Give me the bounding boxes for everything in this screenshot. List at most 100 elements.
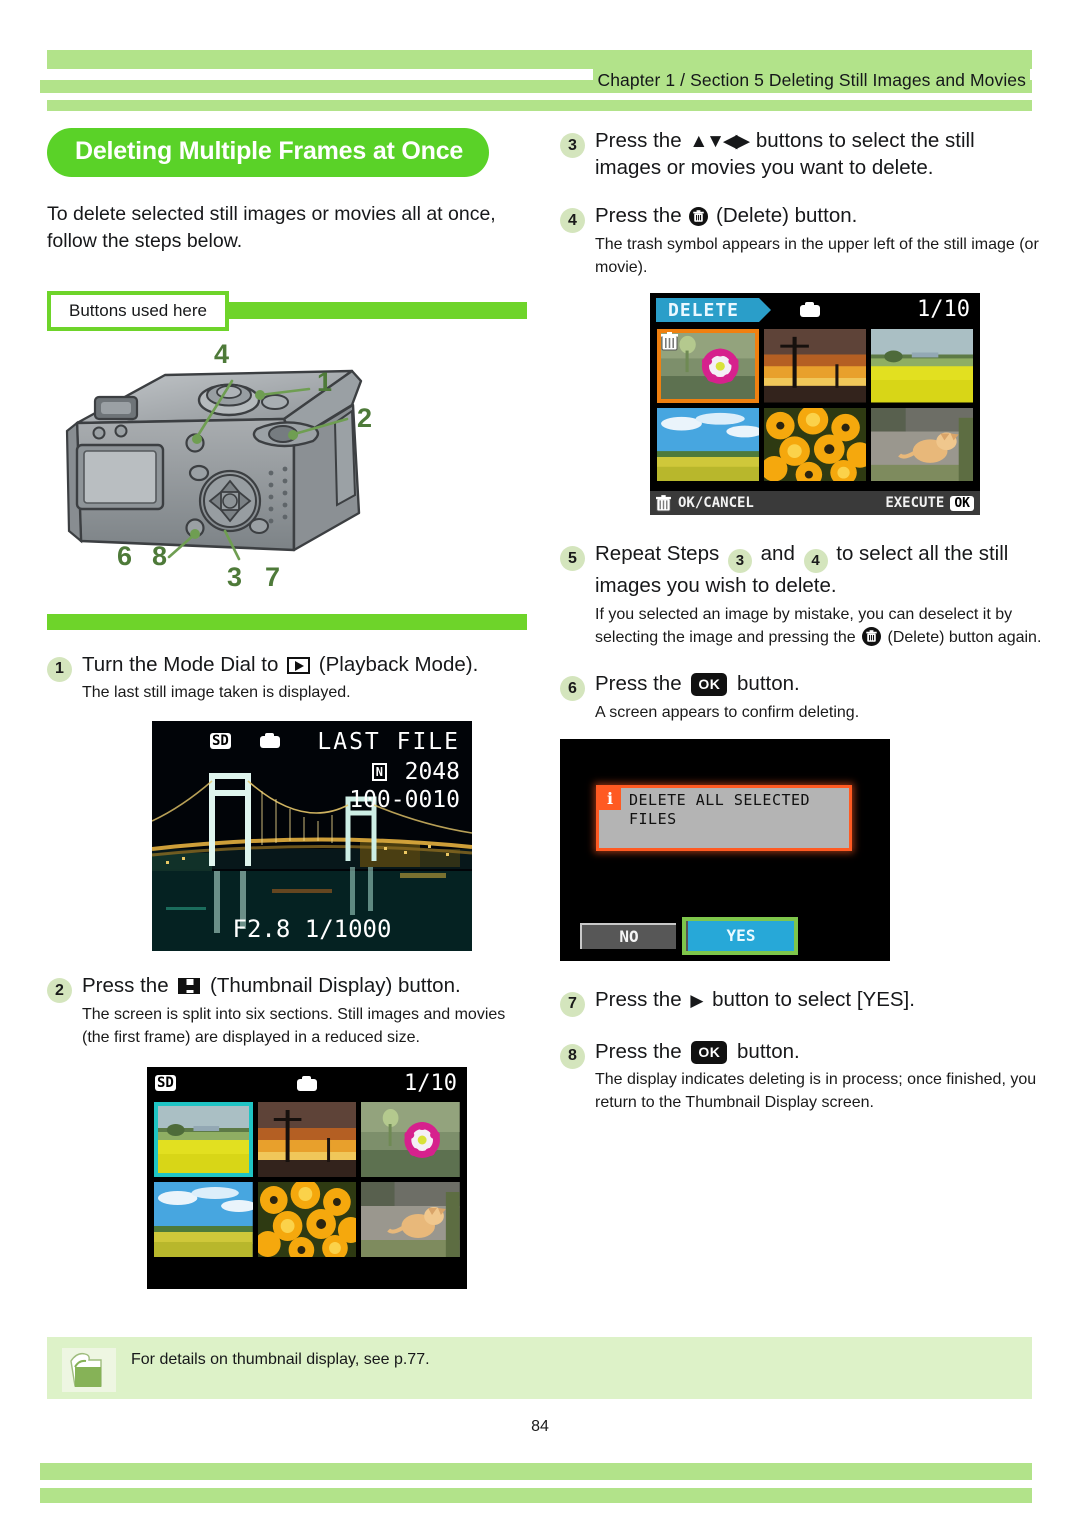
camera-callout-2: 2	[357, 402, 373, 433]
step-3-heading: Press the ▲▼◀▶ buttons to select the sti…	[595, 128, 1045, 181]
list-item[interactable]	[361, 1102, 460, 1178]
list-item[interactable]	[764, 407, 866, 482]
ok-button-icon: OK	[691, 1040, 728, 1064]
still-image-mode-icon	[800, 302, 820, 318]
list-item[interactable]	[154, 1102, 253, 1178]
step-1-body: Turn the Mode Dial to (Playback Mode). T…	[82, 652, 527, 705]
step-6-subtext: A screen appears to confirm deleting.	[595, 703, 860, 721]
camera-diagram: 4 1 2 6 8 3 7	[47, 340, 527, 600]
step-6-text-pre: Press the	[595, 672, 682, 696]
step-2-body: Press the (Thumbnail Display) button. Th…	[82, 973, 527, 1049]
header-band-thin	[47, 100, 1032, 111]
left-column: Deleting Multiple Frames at Once To dele…	[47, 128, 527, 1290]
thumbnail-display-icon	[178, 978, 201, 995]
step-7-badge: 7	[560, 991, 585, 1017]
screen-last-file: SD LAST FILE N 2048 100-0010 F2.8 1/1000	[152, 721, 472, 952]
step-4-text-post: (Delete) button.	[716, 204, 858, 228]
list-item[interactable]	[257, 1182, 357, 1258]
confirm-message: DELETE ALL SELECTED FILES	[621, 788, 810, 829]
camera-callout-7: 7	[265, 561, 281, 592]
footer-left-label: OK/CANCEL	[678, 495, 754, 512]
step-2-badge: 2	[47, 978, 72, 1004]
camera-callout-3: 3	[227, 561, 243, 592]
trash-icon	[656, 495, 671, 512]
screen-confirm-delete: i DELETE ALL SELECTED FILES NO YES	[560, 738, 890, 961]
resolution-value: 2048	[404, 759, 460, 786]
intro-paragraph: To delete selected still images or movie…	[47, 203, 496, 252]
sd-card-badge: SD	[210, 733, 231, 750]
still-image-mode-icon	[297, 1076, 317, 1092]
breadcrumb: Chapter 1 / Section 5 Deleting Still Ima…	[593, 68, 1030, 93]
thumbnail-grid[interactable]	[154, 1102, 460, 1258]
list-item[interactable]	[871, 407, 973, 482]
camera-callout-8: 8	[152, 540, 168, 571]
confirm-message-line1: DELETE ALL SELECTED	[629, 790, 811, 809]
step-8-badge: 8	[560, 1043, 585, 1069]
step-7-text-pre: Press the	[595, 987, 682, 1011]
frame-counter: 1/10	[917, 297, 970, 323]
yes-button-focus-frame: YES	[682, 916, 798, 955]
buttons-used-box: Buttons used here	[47, 290, 229, 331]
quality-badge: N	[371, 763, 387, 782]
delete-thumbnail-grid[interactable]	[657, 329, 973, 482]
tile-trash-marker-icon	[661, 332, 678, 351]
step-5-body: Repeat Steps 3 and 4 to select all the s…	[595, 541, 1045, 649]
four-way-arrows-icon: ▲▼◀▶	[689, 131, 750, 152]
yes-button[interactable]: YES	[686, 920, 794, 951]
ok-button-icon: OK	[691, 673, 728, 697]
buttons-used-label: Buttons used here	[69, 300, 207, 320]
list-item[interactable]	[871, 329, 973, 403]
step-5-text-b: and	[760, 542, 795, 566]
step-6-text-post: button.	[737, 672, 800, 696]
step-ref-4-badge: 4	[803, 549, 828, 574]
step-3-body: Press the ▲▼◀▶ buttons to select the sti…	[595, 128, 1045, 181]
step-5-subtext: If you selected an image by mistake, you…	[595, 604, 1045, 649]
step-8: 8 Press the OK button. The display indic…	[560, 1039, 1045, 1115]
list-item[interactable]	[764, 329, 866, 403]
step-3: 3 Press the ▲▼◀▶ buttons to select the s…	[560, 128, 1045, 181]
confirm-message-line2: FILES	[629, 809, 677, 828]
camera-callout-4: 4	[214, 338, 230, 369]
step-5-badge: 5	[560, 546, 585, 572]
step-8-subtext: The display indicates deleting is in pro…	[595, 1071, 1037, 1111]
step-5-text-a: Repeat Steps	[595, 542, 720, 566]
step-7-body: Press the ▶ button to select [YES].	[595, 987, 1045, 1014]
step-3-text-pre: Press the	[595, 129, 682, 152]
step-3-badge: 3	[560, 133, 585, 158]
trash-icon	[689, 207, 709, 227]
step-1-text-post: (Playback Mode).	[318, 652, 479, 676]
last-file-title: LAST FILE	[317, 729, 460, 756]
no-button[interactable]: NO	[580, 922, 676, 949]
step-6-heading: Press the OK button.	[595, 671, 1045, 698]
list-item[interactable]	[257, 1102, 357, 1178]
camera-callout-1: 1	[317, 366, 333, 397]
footer-right-label: EXECUTE	[885, 495, 945, 512]
step-8-text-post: button.	[737, 1039, 800, 1063]
note-text: For details on thumbnail display, see p.…	[131, 1351, 430, 1368]
step-7: 7 Press the ▶ button to select [YES].	[560, 987, 1045, 1017]
step-1-text-pre: Turn the Mode Dial to	[82, 652, 279, 676]
step-1-heading: Turn the Mode Dial to (Playback Mode).	[82, 652, 527, 679]
camera-callout-6: 6	[117, 540, 133, 571]
step-8-heading: Press the OK button.	[595, 1039, 1045, 1066]
page-title: Deleting Multiple Frames at Once	[47, 128, 490, 177]
step-7-text-post: button to select [YES].	[712, 987, 915, 1011]
list-item[interactable]	[657, 329, 759, 403]
buttons-used-here: Buttons used here	[47, 290, 527, 331]
screen-thumbnail-grid: SD 1/10	[147, 1067, 467, 1290]
list-item[interactable]	[361, 1182, 460, 1258]
right-arrow-icon: ▶	[690, 990, 704, 1010]
list-item[interactable]	[154, 1182, 253, 1258]
step-1-subtext: The last still image taken is displayed.	[82, 684, 351, 702]
step-5-heading: Repeat Steps 3 and 4 to select all the s…	[595, 541, 1045, 599]
list-item[interactable]	[657, 407, 759, 482]
step-2-text-pre: Press the	[82, 974, 169, 998]
sd-card-badge: SD	[155, 1075, 176, 1092]
header-band-thick	[47, 50, 1032, 69]
exposure-info: F2.8 1/1000	[232, 915, 392, 944]
right-column: 3 Press the ▲▼◀▶ buttons to select the s…	[560, 128, 1045, 1115]
step-6-badge: 6	[560, 676, 585, 702]
footer-ok-chip: OK	[950, 495, 974, 511]
info-icon: i	[599, 787, 621, 810]
step-ref-3-badge: 3	[727, 549, 752, 574]
